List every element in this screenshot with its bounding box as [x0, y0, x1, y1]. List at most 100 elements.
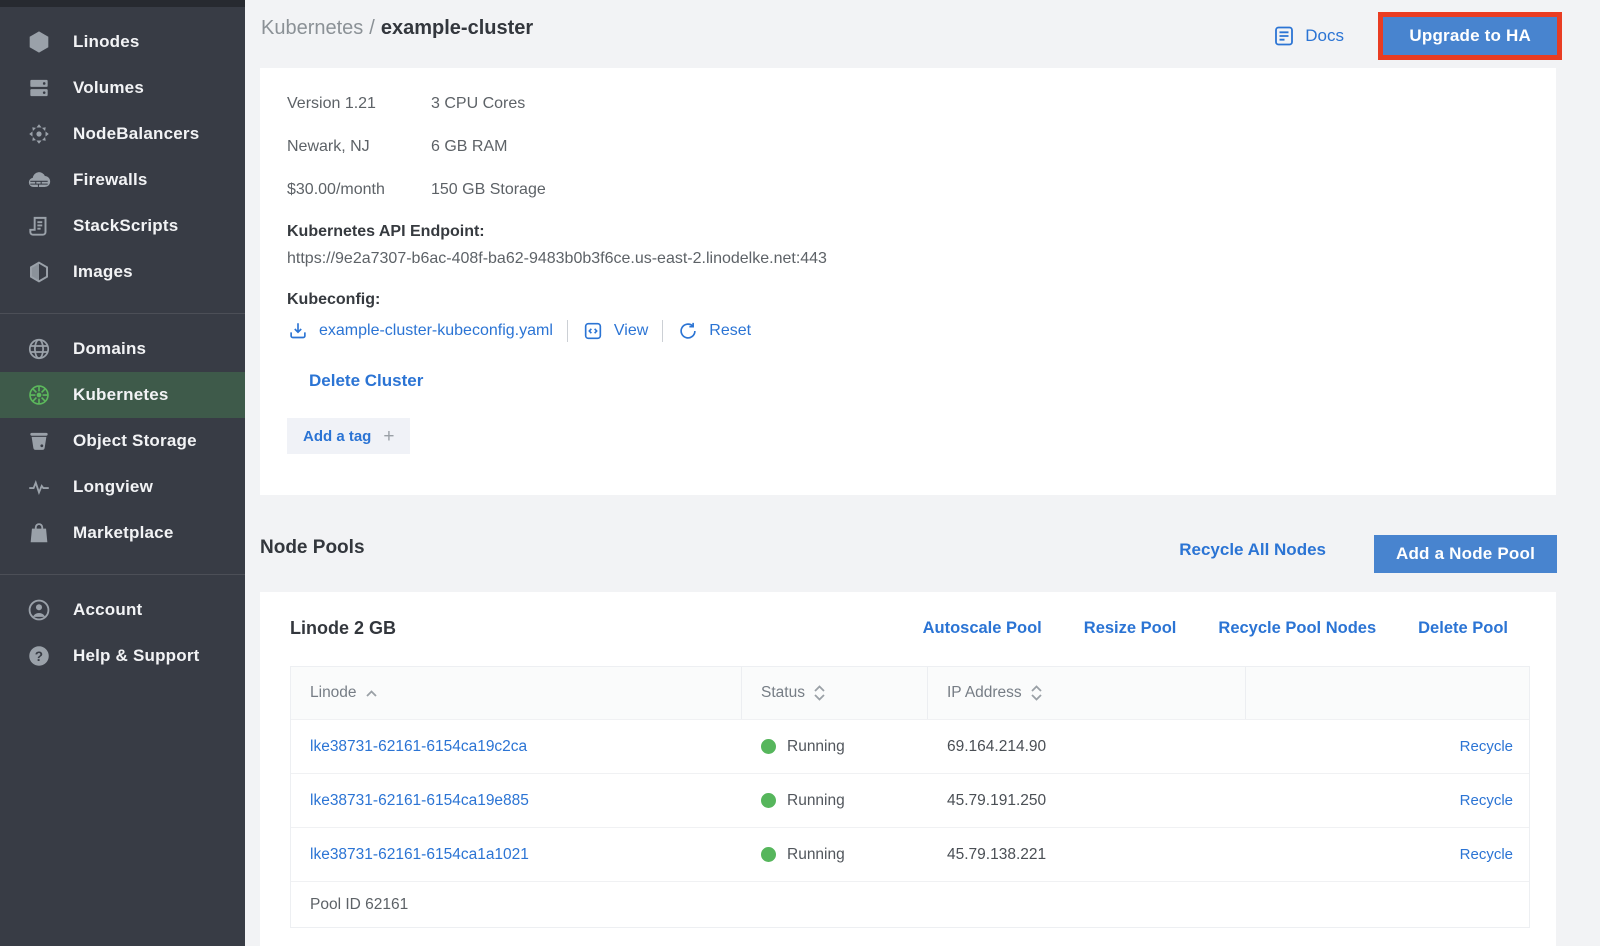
question-icon: ?: [25, 643, 52, 670]
api-endpoint-label: Kubernetes API Endpoint:: [287, 223, 1529, 241]
firewall-icon: [25, 167, 52, 194]
docs-link[interactable]: Docs: [1272, 24, 1344, 48]
sidebar-item-images[interactable]: Images: [0, 249, 245, 295]
status-running-dot: [761, 847, 776, 862]
status-cell: Running: [742, 738, 928, 756]
delete-pool-link[interactable]: Delete Pool: [1418, 619, 1508, 638]
pool-name: Linode 2 GB: [290, 618, 396, 639]
view-label: View: [614, 322, 648, 340]
resize-pool-link[interactable]: Resize Pool: [1084, 619, 1177, 638]
upgrade-to-ha-button[interactable]: Upgrade to HA: [1383, 17, 1557, 55]
recycle-pool-nodes-link[interactable]: Recycle Pool Nodes: [1218, 619, 1376, 638]
docs-label: Docs: [1305, 26, 1344, 46]
tags-row: Add a tag +: [287, 418, 1529, 454]
recycle-node-link[interactable]: Recycle: [1460, 846, 1513, 863]
recycle-all-nodes-link[interactable]: Recycle All Nodes: [1179, 540, 1326, 560]
kubeconfig-download-link[interactable]: example-cluster-kubeconfig.yaml: [287, 320, 553, 342]
sidebar-item-kubernetes[interactable]: Kubernetes: [0, 372, 245, 418]
add-node-pool-button[interactable]: Add a Node Pool: [1374, 535, 1557, 573]
cluster-summary-panel: Version 1.21 3 CPU Cores Newark, NJ 6 GB…: [260, 68, 1556, 495]
table-header-row: Linode Status IP Address: [291, 667, 1529, 719]
kubernetes-icon: [25, 382, 52, 409]
sidebar-item-label: Help & Support: [73, 646, 200, 666]
sidebar-item-longview[interactable]: Longview: [0, 464, 245, 510]
column-header-status[interactable]: Status: [742, 667, 928, 719]
stackscripts-icon: [25, 213, 52, 240]
person-icon: [25, 597, 52, 624]
sidebar-item-label: Kubernetes: [73, 385, 169, 405]
sidebar-item-marketplace[interactable]: Marketplace: [0, 510, 245, 556]
sidebar-item-label: StackScripts: [73, 216, 178, 236]
table-row: lke38731-62161-6154ca1a1021 Running 45.7…: [291, 827, 1529, 881]
breadcrumb-current-cluster: example-cluster: [381, 17, 533, 39]
cluster-version: Version 1.21: [287, 95, 431, 113]
spec-row: Version 1.21 3 CPU Cores: [287, 82, 1529, 125]
sidebar-item-label: Object Storage: [73, 431, 197, 451]
table-row: lke38731-62161-6154ca19e885 Running 45.7…: [291, 773, 1529, 827]
images-icon: [25, 259, 52, 286]
status-cell: Running: [742, 792, 928, 810]
delete-cluster-button[interactable]: Delete Cluster: [309, 371, 423, 391]
download-icon: [287, 320, 309, 342]
docs-icon: [1272, 24, 1296, 48]
globe-icon: [25, 336, 52, 363]
nodebalancers-icon: [25, 121, 52, 148]
sort-both-icon: [1030, 684, 1043, 702]
sidebar-item-help-support[interactable]: ? Help & Support: [0, 633, 245, 679]
breadcrumb-separator: /: [369, 17, 375, 39]
sidebar-item-label: Linodes: [73, 32, 140, 52]
sidebar-item-stackscripts[interactable]: StackScripts: [0, 203, 245, 249]
status-running-dot: [761, 739, 776, 754]
sidebar-item-label: Volumes: [73, 78, 144, 98]
sidebar-item-label: NodeBalancers: [73, 124, 199, 144]
sort-asc-icon: [365, 689, 378, 698]
bucket-icon: [25, 428, 52, 455]
svg-text:?: ?: [34, 649, 42, 664]
pool-actions: Autoscale Pool Resize Pool Recycle Pool …: [923, 619, 1508, 638]
add-tag-button[interactable]: Add a tag +: [287, 418, 410, 454]
breadcrumb-kubernetes-link[interactable]: Kubernetes: [261, 17, 363, 39]
cluster-price: $30.00/month: [287, 181, 431, 199]
node-link[interactable]: lke38731-62161-6154ca1a1021: [310, 846, 529, 863]
pulse-icon: [25, 474, 52, 501]
node-pools-title: Node Pools: [260, 537, 365, 559]
sidebar-group-services: Domains Kubernetes Object Storage Longvi…: [0, 313, 245, 556]
bag-icon: [25, 520, 52, 547]
column-header-linode[interactable]: Linode: [291, 667, 742, 719]
volumes-icon: [25, 75, 52, 102]
status-running-dot: [761, 793, 776, 808]
linode-icon: [25, 29, 52, 56]
sidebar-item-volumes[interactable]: Volumes: [0, 65, 245, 111]
status-cell: Running: [742, 846, 928, 864]
sidebar-item-nodebalancers[interactable]: NodeBalancers: [0, 111, 245, 157]
column-header-ip[interactable]: IP Address: [928, 667, 1246, 719]
sidebar-item-label: Firewalls: [73, 170, 148, 190]
recycle-node-link[interactable]: Recycle: [1460, 792, 1513, 809]
column-label: Status: [761, 684, 805, 702]
sidebar-item-linodes[interactable]: Linodes: [0, 19, 245, 65]
kubeconfig-view-link[interactable]: View: [582, 320, 648, 342]
node-link[interactable]: lke38731-62161-6154ca19e885: [310, 792, 529, 809]
main-content: Kubernetes / example-cluster Docs Upgrade …: [245, 0, 1600, 946]
autoscale-pool-link[interactable]: Autoscale Pool: [923, 619, 1042, 638]
node-pool-panel: Linode 2 GB Autoscale Pool Resize Pool R…: [260, 592, 1556, 946]
status-label: Running: [787, 846, 845, 864]
sidebar-item-account[interactable]: Account: [0, 587, 245, 633]
sidebar-item-domains[interactable]: Domains: [0, 326, 245, 372]
sidebar-item-label: Images: [73, 262, 133, 282]
cluster-region: Newark, NJ: [287, 138, 431, 156]
plus-icon: +: [383, 427, 394, 446]
kubeconfig-reset-link[interactable]: Reset: [677, 320, 751, 342]
kubeconfig-filename: example-cluster-kubeconfig.yaml: [319, 322, 553, 340]
sidebar-top-strip: [0, 0, 245, 7]
recycle-node-link[interactable]: Recycle: [1460, 738, 1513, 755]
sidebar-item-firewalls[interactable]: Firewalls: [0, 157, 245, 203]
sidebar-item-label: Longview: [73, 477, 153, 497]
api-endpoint-url: https://9e2a7307-b6ac-408f-ba62-9483b0b3…: [287, 250, 1529, 268]
divider: [662, 320, 663, 342]
node-link[interactable]: lke38731-62161-6154ca19c2ca: [310, 738, 527, 755]
ip-address: 45.79.191.250: [928, 792, 1246, 810]
code-view-icon: [582, 320, 604, 342]
sidebar-item-object-storage[interactable]: Object Storage: [0, 418, 245, 464]
spec-row: Newark, NJ 6 GB RAM: [287, 125, 1529, 168]
